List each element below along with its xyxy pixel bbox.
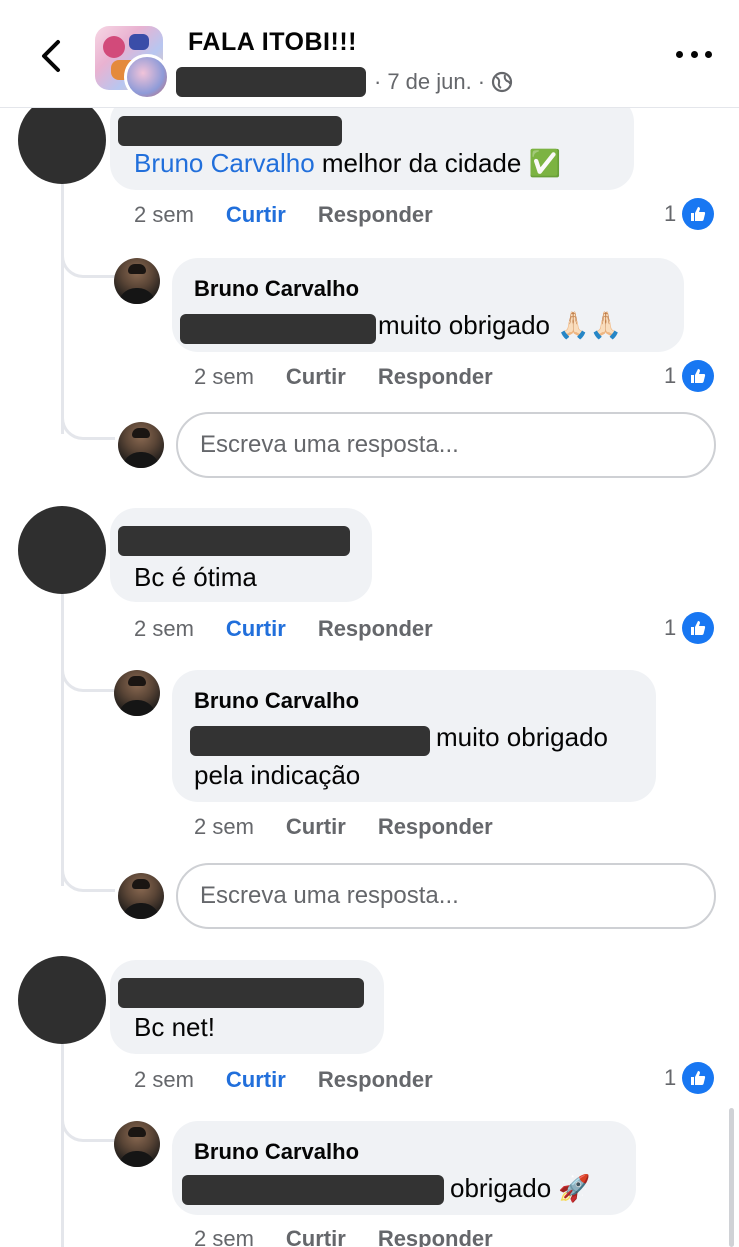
mention-link[interactable]: Bruno Carvalho <box>134 148 315 178</box>
thread-line <box>61 184 64 434</box>
comment-bubble: Bc net! <box>110 960 384 1054</box>
globe-icon <box>491 71 513 93</box>
reply-actions: 2 sem Curtir Responder <box>194 814 493 840</box>
reply-author-avatar[interactable] <box>114 670 160 716</box>
current-user-avatar <box>118 873 164 919</box>
comment-bubble: Bruno Carvalho melhor da cidade ✅ <box>110 96 634 190</box>
reply-bubble: Bruno Carvalho obrigado 🚀 <box>172 1121 636 1215</box>
reply-button[interactable]: Responder <box>378 814 493 840</box>
comment-text: Bc net! <box>134 1012 215 1042</box>
reply-button[interactable]: Responder <box>318 1067 433 1093</box>
reply-time[interactable]: 2 sem <box>194 364 254 390</box>
like-count[interactable]: 1 <box>664 1062 715 1094</box>
comment-time[interactable]: 2 sem <box>134 202 194 228</box>
like-count[interactable]: 1 <box>664 360 715 392</box>
reply-actions: 2 sem Curtir Responder <box>194 364 493 390</box>
commenter-avatar[interactable] <box>18 956 106 1044</box>
comment-bubble: Bc é ótima <box>110 508 372 602</box>
reply-button[interactable]: Responder <box>378 1226 493 1247</box>
reply-bubble: Bruno Carvalho muito obrigado pela indic… <box>172 670 656 802</box>
thumbs-up-icon <box>682 198 715 230</box>
scrollbar[interactable] <box>729 1108 734 1247</box>
reply-text: muito obrigado 🙏🏻🙏🏻 <box>378 310 622 340</box>
redacted-author-name <box>176 67 366 97</box>
thumbs-up-icon <box>682 1062 715 1094</box>
like-count[interactable]: 1 <box>664 612 715 644</box>
like-count[interactable]: 1 <box>664 198 715 230</box>
like-button[interactable]: Curtir <box>226 202 286 228</box>
comment-actions: 2 sem Curtir Responder <box>134 1067 433 1093</box>
meta-separator-2: · <box>477 69 486 94</box>
redacted-mention[interactable] <box>180 314 376 344</box>
reply-author-name[interactable]: Bruno Carvalho <box>194 1139 359 1165</box>
reply-text: obrigado 🚀 <box>450 1173 591 1203</box>
more-options-icon[interactable] <box>676 46 712 62</box>
comment-time[interactable]: 2 sem <box>134 1067 194 1093</box>
reply-author-name[interactable]: Bruno Carvalho <box>194 688 359 714</box>
thread-branch <box>61 662 115 692</box>
thread-branch <box>61 248 115 278</box>
thread-branch <box>61 1112 115 1142</box>
reply-input[interactable]: Escreva uma resposta... <box>176 412 716 478</box>
like-button[interactable]: Curtir <box>286 364 346 390</box>
redacted-commenter-name[interactable] <box>118 116 342 146</box>
reply-button[interactable]: Responder <box>318 202 433 228</box>
reply-input[interactable]: Escreva uma resposta... <box>176 863 716 929</box>
like-button[interactable]: Curtir <box>226 1067 286 1093</box>
reply-author-avatar[interactable] <box>114 1121 160 1167</box>
redacted-commenter-name[interactable] <box>118 526 350 556</box>
reply-time[interactable]: 2 sem <box>194 814 254 840</box>
thread-branch <box>61 862 115 892</box>
post-header: FALA ITOBI!!! · 7 de jun. · <box>0 0 739 108</box>
reply-text-line1: muito obrigado <box>436 722 608 752</box>
comment-text: Bc é ótima <box>134 562 257 592</box>
post-date[interactable]: 7 de jun. <box>387 69 471 95</box>
redacted-mention[interactable] <box>190 726 430 756</box>
reply-text-line2: pela indicação <box>194 760 361 790</box>
thread-line <box>61 1044 64 1247</box>
reply-button[interactable]: Responder <box>318 616 433 642</box>
redacted-commenter-name[interactable] <box>118 978 364 1008</box>
reply-button[interactable]: Responder <box>378 364 493 390</box>
thread-branch <box>61 410 115 440</box>
like-button[interactable]: Curtir <box>286 814 346 840</box>
like-button[interactable]: Curtir <box>286 1226 346 1247</box>
comment-actions: 2 sem Curtir Responder <box>134 616 433 642</box>
redacted-mention[interactable] <box>182 1175 444 1205</box>
thumbs-up-icon <box>682 612 715 644</box>
meta-separator: · <box>374 69 382 94</box>
like-button[interactable]: Curtir <box>226 616 286 642</box>
thread-line <box>61 594 64 886</box>
current-user-avatar <box>118 422 164 468</box>
comment-text: Bruno Carvalho melhor da cidade ✅ <box>134 148 561 178</box>
reply-time[interactable]: 2 sem <box>194 1226 254 1247</box>
commenter-avatar[interactable] <box>18 506 106 594</box>
commenter-avatar[interactable] <box>18 96 106 184</box>
thumbs-up-icon <box>682 360 715 392</box>
reply-actions: 2 sem Curtir Responder <box>194 1226 493 1247</box>
back-arrow-icon[interactable] <box>36 38 68 74</box>
group-title[interactable]: FALA ITOBI!!! <box>188 28 357 57</box>
post-meta: · 7 de jun. · <box>176 66 513 98</box>
reply-author-avatar[interactable] <box>114 258 160 304</box>
poster-avatar[interactable] <box>124 54 170 100</box>
reply-author-name[interactable]: Bruno Carvalho <box>194 276 359 302</box>
comment-time[interactable]: 2 sem <box>134 616 194 642</box>
reply-bubble: Bruno Carvalho muito obrigado 🙏🏻🙏🏻 <box>172 258 684 352</box>
comment-actions: 2 sem Curtir Responder <box>134 202 433 228</box>
